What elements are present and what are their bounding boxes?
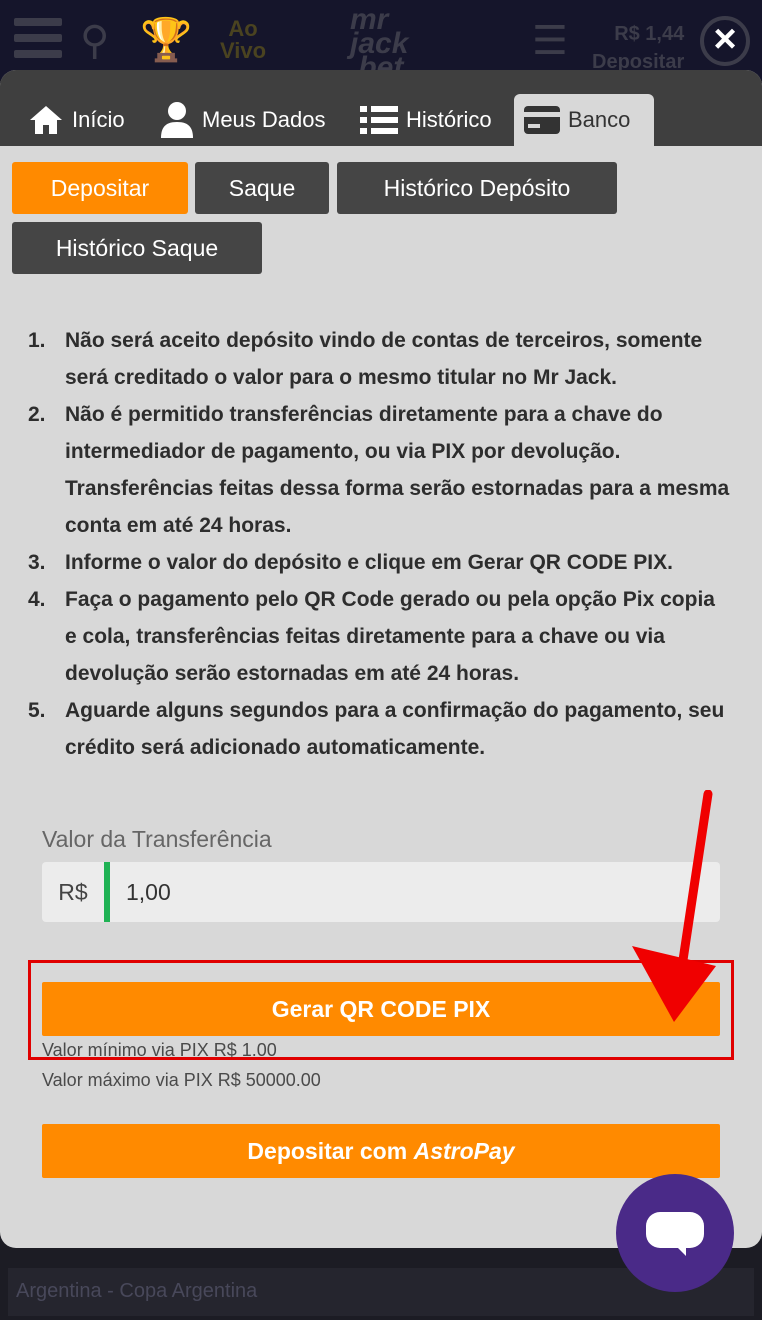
menu-icon bbox=[14, 18, 62, 62]
home-icon bbox=[28, 104, 64, 136]
tab-meus-dados-label: Meus Dados bbox=[202, 107, 326, 132]
tab-historico-label: Histórico bbox=[406, 107, 492, 132]
top-bar: ⚲ 🏆 Ao Vivo mr jack .bet ☰ R$ 1,44 Depos… bbox=[0, 0, 762, 83]
list-item-text: Não será aceito depósito vindo de contas… bbox=[65, 329, 703, 389]
chat-icon-tail bbox=[674, 1244, 686, 1256]
list-item: 3. Informe o valor do depósito e clique … bbox=[28, 544, 732, 581]
tab-bar: Início Meus Dados Histórico Banco bbox=[0, 70, 762, 146]
list-item-number: 4. bbox=[28, 588, 46, 611]
list-item: 1. Não será aceito depósito vindo de con… bbox=[28, 322, 732, 396]
balance: R$ 1,44 Depositar bbox=[592, 20, 684, 76]
list-item-text: Faça o pagamento pelo QR Code gerado ou … bbox=[65, 588, 715, 685]
balance-value: R$ 1,44 bbox=[614, 23, 685, 45]
subtab-historico-saque[interactable]: Histórico Saque bbox=[12, 222, 262, 274]
list-item-number: 5. bbox=[28, 699, 46, 722]
list-item: 2. Não é permitido transferências direta… bbox=[28, 396, 732, 544]
account-modal: Início Meus Dados Histórico Banco Deposi… bbox=[0, 70, 762, 1248]
currency-prefix: R$ bbox=[58, 878, 88, 905]
subtab-depositar[interactable]: Depositar bbox=[12, 162, 188, 214]
tab-historico[interactable]: Histórico bbox=[350, 94, 502, 146]
max-limit: Valor máximo via PIX R$ 50000.00 bbox=[42, 1070, 321, 1090]
astropay-logo: AstroPay bbox=[413, 1138, 515, 1164]
list-item-text: Aguarde alguns segundos para a confirmaç… bbox=[65, 699, 725, 759]
generate-qr-button[interactable]: Gerar QR CODE PIX bbox=[42, 982, 720, 1036]
subtab-historico-deposito[interactable]: Histórico Depósito bbox=[337, 162, 617, 214]
tab-inicio[interactable]: Início bbox=[18, 94, 135, 146]
list-item-text: Não é permitido transferências diretamen… bbox=[65, 403, 730, 537]
user-icon bbox=[160, 101, 194, 139]
astropay-deposit-button[interactable]: Depositar com AstroPay bbox=[42, 1124, 720, 1178]
chat-button[interactable] bbox=[616, 1174, 734, 1292]
search-icon: ⚲ bbox=[80, 19, 110, 63]
card-icon bbox=[524, 106, 560, 134]
chat-icon bbox=[646, 1212, 704, 1248]
list-icon bbox=[360, 104, 398, 136]
close-button[interactable]: × bbox=[700, 14, 750, 64]
live-label-line2: Vivo bbox=[220, 38, 267, 63]
live-label-line1: Ao bbox=[228, 16, 258, 41]
layers-icon: ☰ bbox=[532, 19, 568, 63]
tab-meus-dados[interactable]: Meus Dados bbox=[150, 94, 336, 146]
subtab-saque[interactable]: Saque bbox=[195, 162, 329, 214]
list-item-number: 2. bbox=[28, 403, 46, 426]
tab-banco-label: Banco bbox=[568, 107, 631, 132]
tab-banco[interactable]: Banco bbox=[514, 94, 654, 146]
list-item-text: Informe o valor do depósito e clique em … bbox=[65, 551, 673, 574]
list-item: 5. Aguarde alguns segundos para a confir… bbox=[28, 692, 732, 766]
min-limit: Valor mínimo via PIX R$ 1.00 bbox=[42, 1040, 277, 1060]
tab-inicio-label: Início bbox=[72, 107, 125, 132]
instructions-list: 1. Não será aceito depósito vindo de con… bbox=[28, 322, 732, 766]
list-item-number: 1. bbox=[28, 329, 46, 352]
trophy-icon: 🏆 bbox=[140, 16, 193, 63]
amount-field: R$ bbox=[42, 862, 720, 922]
amount-input[interactable] bbox=[110, 862, 720, 922]
astropay-button-label: Depositar com bbox=[247, 1138, 408, 1164]
amount-label: Valor da Transferência bbox=[42, 826, 272, 852]
pointer-arrow-icon bbox=[632, 790, 716, 1022]
list-item-number: 3. bbox=[28, 551, 46, 574]
list-item: 4. Faça o pagamento pelo QR Code gerado … bbox=[28, 581, 732, 692]
live-label: Ao Vivo bbox=[220, 18, 266, 62]
